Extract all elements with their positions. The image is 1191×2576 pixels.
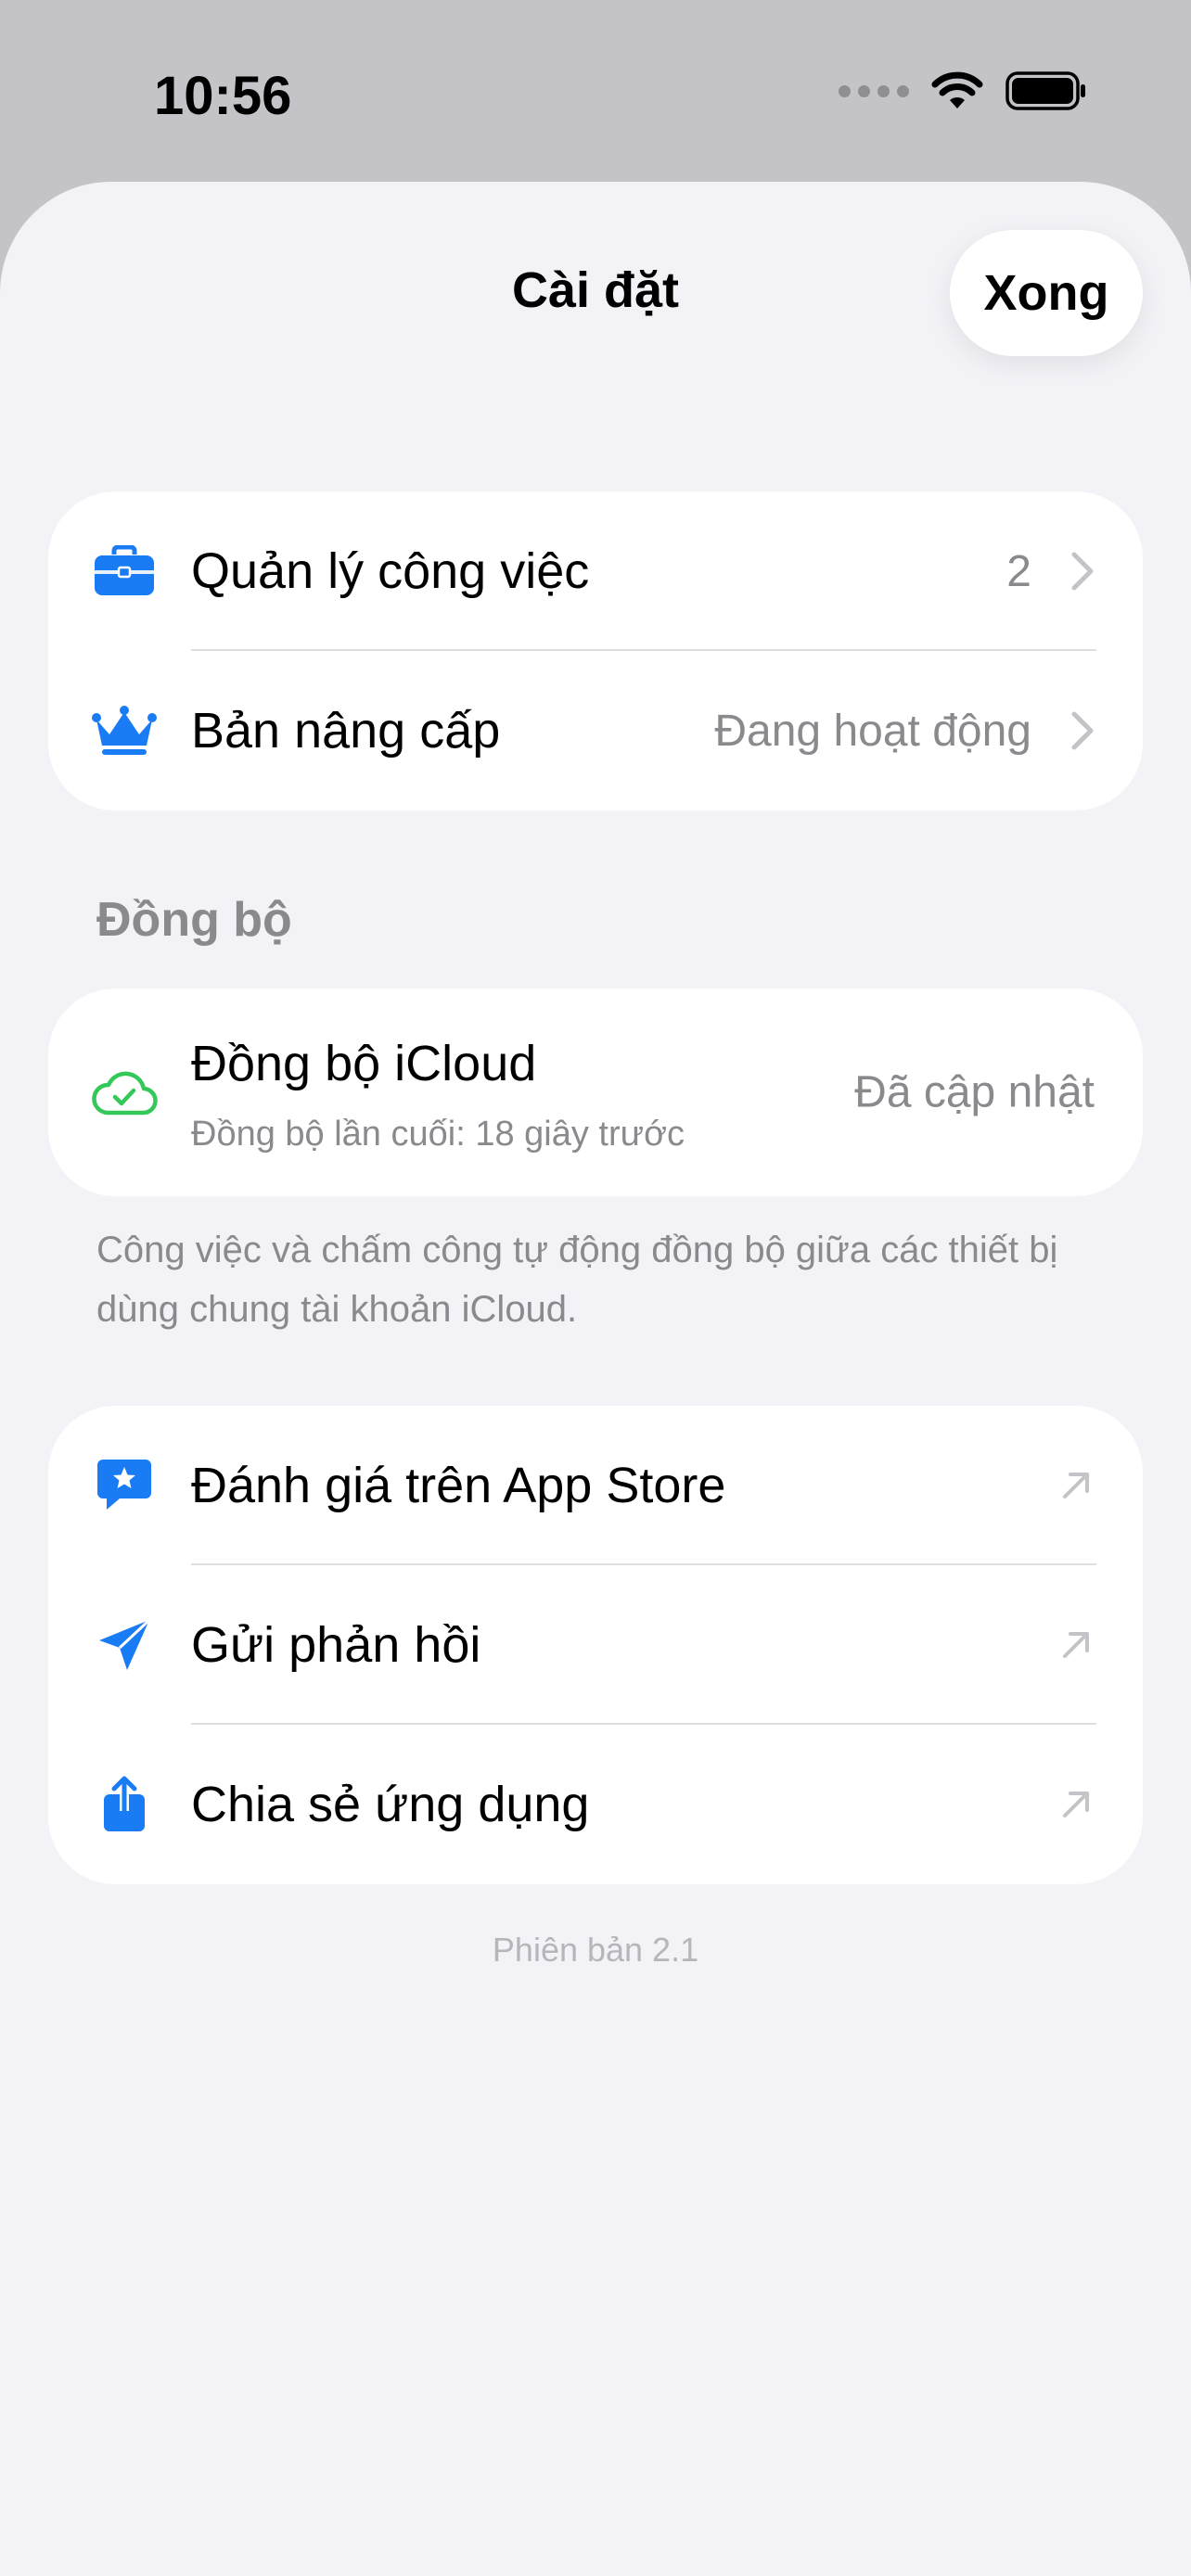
- star-bubble-icon: [91, 1452, 158, 1519]
- row-label: Chia sẻ ứng dụng: [191, 1777, 590, 1832]
- crown-icon: [91, 697, 158, 764]
- wifi-icon: [931, 71, 983, 108]
- row-send-feedback[interactable]: Gửi phản hồi: [48, 1565, 1143, 1725]
- status-bar: 10:56: [0, 0, 1191, 182]
- section-header-sync: Đồng bộ: [96, 893, 292, 947]
- row-label: Bản nâng cấp: [191, 703, 501, 759]
- sync-subtitle: Đồng bộ lần cuối: 18 giây trước: [191, 1115, 685, 1154]
- main-settings-card: Quản lý công việc 2 Bản nâng cấp Đang ho…: [48, 491, 1143, 810]
- row-value: 2: [1006, 546, 1031, 596]
- row-icloud-sync[interactable]: Đồng bộ iCloud Đồng bộ lần cuối: 18 giây…: [48, 988, 1143, 1196]
- row-label: Quản lý công việc: [191, 543, 590, 599]
- sync-card: Đồng bộ iCloud Đồng bộ lần cuối: 18 giây…: [48, 988, 1143, 1196]
- status-icons: [839, 70, 1087, 111]
- share-icon: [91, 1771, 158, 1838]
- arrow-up-right-icon: [1063, 1473, 1089, 1498]
- sync-title: Đồng bộ iCloud: [191, 1036, 537, 1091]
- arrow-up-right-icon: [1063, 1792, 1089, 1817]
- row-manage-jobs[interactable]: Quản lý công việc 2: [48, 491, 1143, 651]
- links-card: Đánh giá trên App Store Gửi phản hồi Chi…: [48, 1406, 1143, 1884]
- chevron-right-icon: [1071, 552, 1094, 591]
- row-rate-app-store[interactable]: Đánh giá trên App Store: [48, 1406, 1143, 1565]
- sync-status: Đã cập nhật: [854, 1067, 1095, 1117]
- row-value: Đang hoạt động: [714, 706, 1031, 756]
- sync-footnote: Công việc và chấm công tự động đồng bộ g…: [96, 1230, 1058, 1330]
- arrow-up-right-icon: [1063, 1632, 1089, 1658]
- done-button[interactable]: Xong: [950, 230, 1143, 356]
- row-share-app[interactable]: Chia sẻ ứng dụng: [48, 1725, 1143, 1884]
- status-time: 10:56: [154, 66, 292, 126]
- cellular-signal-icon: [839, 84, 909, 97]
- chevron-right-icon: [1071, 711, 1094, 750]
- battery-icon: [1005, 71, 1085, 110]
- row-label: Gửi phản hồi: [191, 1617, 481, 1673]
- cloud-check-icon: [91, 1059, 158, 1126]
- settings-sheet: Cài đặt Xong Quản lý công việc 2 Bản nân…: [0, 182, 1191, 2576]
- row-label: Đánh giá trên App Store: [191, 1458, 726, 1513]
- row-upgrade[interactable]: Bản nâng cấp Đang hoạt động: [48, 651, 1143, 810]
- version-label: Phiên bản 2.1: [492, 1931, 699, 1969]
- briefcase-icon: [91, 538, 158, 605]
- paper-plane-icon: [91, 1612, 158, 1678]
